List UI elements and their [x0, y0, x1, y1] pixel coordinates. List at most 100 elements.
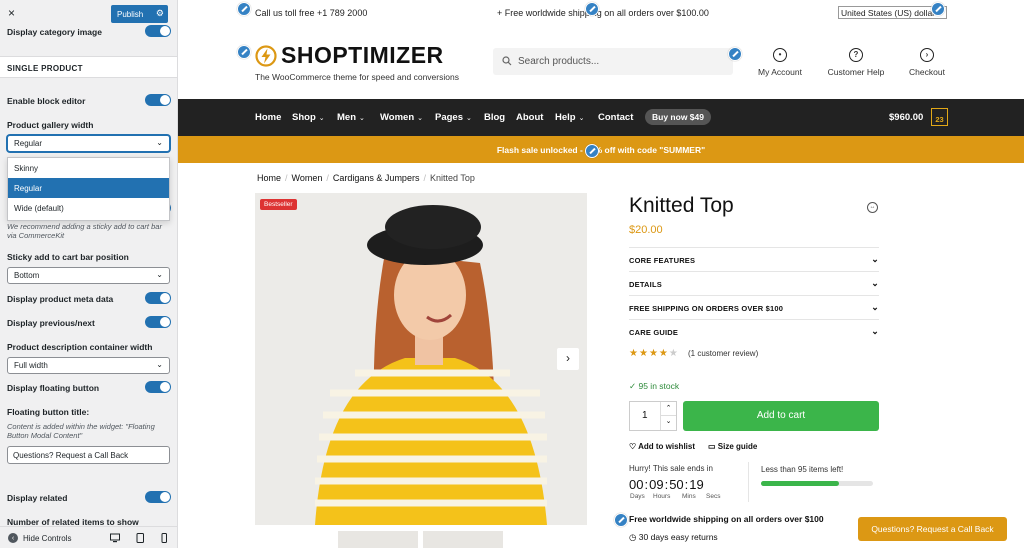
mobile-icon[interactable]: [159, 533, 169, 543]
checkout-link[interactable]: › Checkout: [906, 48, 948, 77]
display-category-image-toggle[interactable]: [145, 25, 171, 37]
gallery-next-button[interactable]: ›: [557, 348, 579, 370]
floating-title-input[interactable]: Questions? Request a Call Back: [7, 446, 170, 464]
nav-pages[interactable]: Pages ⌄: [435, 112, 472, 123]
chevron-down-icon: ⌄: [156, 360, 163, 369]
nav-shop[interactable]: Shop ⌄: [292, 112, 325, 123]
display-meta-toggle[interactable]: [145, 292, 171, 304]
my-account-link[interactable]: • My Account: [755, 48, 805, 77]
accordion-details[interactable]: DETAILS ⌄: [629, 271, 879, 295]
nav-about[interactable]: About: [516, 112, 543, 123]
edit-shortcut-icon[interactable]: [614, 513, 628, 527]
ruler-icon: ▭: [708, 442, 718, 451]
gallery-width-dropdown: Skinny Regular Wide (default): [7, 157, 170, 221]
gallery-option-skinny[interactable]: Skinny: [8, 158, 169, 178]
add-to-cart-button[interactable]: Add to cart: [683, 401, 879, 431]
items-left-progress: [761, 481, 873, 486]
quantity-stepper[interactable]: 1 ⌃ ⌄: [629, 401, 677, 431]
nav-blog[interactable]: Blog: [484, 112, 505, 123]
user-icon: •: [773, 48, 787, 62]
sticky-note: We recommend adding a sticky add to cart…: [7, 222, 162, 240]
cart-icon[interactable]: 23: [931, 108, 948, 126]
quantity-value[interactable]: 1: [642, 410, 648, 421]
section-title: SINGLE PRODUCT: [0, 56, 177, 78]
items-left-text: Less than 95 items left!: [761, 465, 844, 474]
display-related-toggle[interactable]: [145, 491, 171, 503]
main-navigation: Home Shop ⌄ Men ⌄ Women ⌄ Pages ⌄ Blog About…: [178, 99, 1024, 136]
hide-controls-button[interactable]: ‹ Hide Controls: [8, 533, 71, 543]
display-prevnext-toggle[interactable]: [145, 316, 171, 328]
accordion-care-guide[interactable]: CARE GUIDE ⌄: [629, 319, 879, 343]
nav-help[interactable]: Help ⌄: [555, 112, 584, 123]
chevron-down-icon: ⌄: [156, 270, 163, 279]
thumbnail[interactable]: [338, 531, 418, 548]
chevron-down-icon: ⌄: [318, 115, 325, 122]
close-icon[interactable]: ×: [8, 6, 15, 20]
desktop-icon[interactable]: [110, 533, 120, 543]
topbar-shipping-text: + Free worldwide shipping on all orders …: [497, 8, 709, 18]
buy-now-button[interactable]: Buy now $49: [645, 109, 711, 125]
edit-shortcut-icon[interactable]: [931, 2, 945, 16]
size-guide-link[interactable]: ▭ Size guide: [708, 442, 757, 451]
nav-contact[interactable]: Contact: [598, 112, 633, 123]
breadcrumb-home[interactable]: Home: [257, 173, 281, 183]
chevron-down-icon: ⌄: [871, 302, 879, 312]
edit-shortcut-icon[interactable]: [728, 47, 742, 61]
review-link[interactable]: (1 customer review): [688, 349, 758, 358]
search-placeholder: Search products...: [518, 56, 600, 67]
nav-home[interactable]: Home: [255, 112, 281, 123]
nav-men[interactable]: Men ⌄: [337, 112, 365, 123]
star-icon: ★: [648, 348, 659, 359]
chevron-down-icon: ⌄: [359, 115, 365, 122]
edit-shortcut-icon[interactable]: [585, 2, 599, 16]
timer-secs-label: Secs: [706, 493, 721, 500]
accordion-free-shipping[interactable]: FREE SHIPPING ON ORDERS OVER $100 ⌄: [629, 295, 879, 319]
breadcrumb-current: Knitted Top: [429, 173, 475, 183]
sticky-position-select[interactable]: Bottom ⌄: [7, 267, 170, 284]
chevron-down-icon: ⌄: [871, 278, 879, 288]
accordion-label: DETAILS: [629, 280, 662, 289]
gallery-option-wide[interactable]: Wide (default): [8, 198, 169, 218]
edit-shortcut-icon[interactable]: [237, 2, 251, 16]
gallery-width-select[interactable]: Regular ⌄: [7, 135, 170, 152]
enable-block-editor-toggle[interactable]: [145, 94, 171, 106]
size-guide-label: Size guide: [717, 442, 758, 451]
add-to-wishlist-link[interactable]: ♡ Add to wishlist: [629, 442, 695, 451]
increment-icon[interactable]: ⌃: [661, 402, 676, 416]
compare-icon[interactable]: ↔: [867, 202, 878, 213]
thumbnail[interactable]: [423, 531, 503, 548]
gear-icon[interactable]: ⚙: [156, 8, 164, 19]
chevron-down-icon: ⌄: [156, 138, 163, 147]
site-logo[interactable]: SHOPTIMIZER: [255, 42, 444, 69]
floating-callback-button[interactable]: Questions? Request a Call Back: [858, 517, 1007, 541]
items-left-progress-fill: [761, 481, 840, 486]
desc-width-select[interactable]: Full width ⌄: [7, 357, 170, 374]
cart-total[interactable]: $960.00: [889, 112, 923, 123]
display-floating-toggle[interactable]: [145, 381, 171, 393]
product-gallery: Bestseller ›: [255, 193, 587, 525]
timer-mins-label: Mins: [682, 493, 696, 500]
customer-help-link[interactable]: ? Customer Help: [824, 48, 888, 77]
clock-icon: ◷: [629, 532, 639, 542]
publish-label: Publish: [117, 9, 144, 19]
edit-shortcut-icon[interactable]: [585, 144, 599, 158]
timer-days-label: Days: [630, 493, 645, 500]
breadcrumb-women[interactable]: Women: [292, 173, 323, 183]
accordion-core-features[interactable]: CORE FEATURES ⌄: [629, 247, 879, 271]
breadcrumb-category[interactable]: Cardigans & Jumpers: [333, 173, 420, 183]
edit-shortcut-icon[interactable]: [237, 45, 251, 59]
site-header: SHOPTIMIZER The WooCommerce theme for sp…: [178, 26, 1024, 99]
star-icon: ★: [638, 348, 649, 359]
product-image[interactable]: [255, 193, 587, 525]
quantity-arrows[interactable]: ⌃ ⌄: [660, 402, 676, 430]
sale-countdown-label: Hurry! This sale ends in: [629, 464, 713, 473]
gallery-option-regular[interactable]: Regular: [8, 178, 169, 198]
decrement-icon[interactable]: ⌄: [661, 416, 676, 425]
free-shipping-note: Free worldwide shipping on all orders ov…: [629, 514, 824, 524]
checkout-label: Checkout: [909, 67, 945, 77]
publish-button[interactable]: Publish ⚙: [111, 5, 168, 23]
nav-women[interactable]: Women ⌄: [380, 112, 423, 123]
tablet-icon[interactable]: [135, 533, 145, 543]
search-input[interactable]: Search products...: [493, 48, 733, 75]
nav-pages-label: Pages: [435, 112, 463, 123]
